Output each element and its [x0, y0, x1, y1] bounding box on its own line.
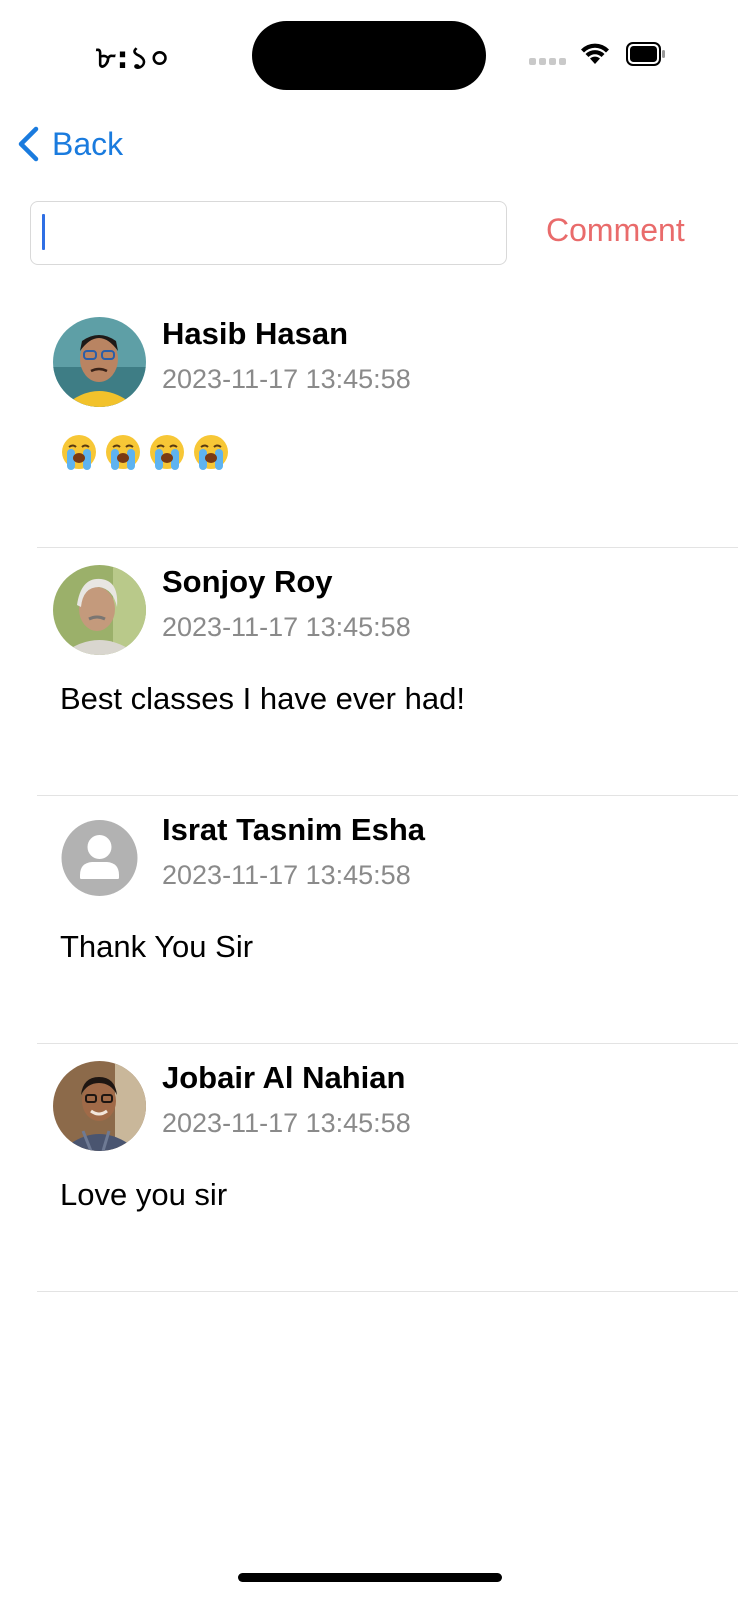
comment-item: Hasib Hasan 2023-11-17 13:45:58 [0, 300, 738, 548]
comment-timestamp: 2023-11-17 13:45:58 [162, 1108, 411, 1138]
divider [37, 1290, 738, 1292]
comment-item: Sonjoy Roy 2023-11-17 13:45:58 Best clas… [0, 548, 738, 796]
comment-text: Best classes I have ever had! [60, 681, 465, 716]
comment-timestamp: 2023-11-17 13:45:58 [162, 612, 411, 642]
loudly-crying-face-icon [194, 435, 228, 470]
comment-text: Thank You Sir [60, 929, 254, 964]
comment-list: Hasib Hasan 2023-11-17 13:45:58 Sonjoy R… [0, 300, 738, 1292]
avatar [53, 1061, 146, 1151]
chevron-left-icon [18, 126, 39, 162]
comment-timestamp: 2023-11-17 13:45:58 [162, 860, 411, 890]
home-indicator[interactable] [238, 1573, 502, 1582]
commenter-name: Sonjoy Roy [162, 564, 333, 599]
avatar [53, 317, 146, 407]
cellular-signal-icon [529, 58, 566, 65]
avatar [53, 565, 146, 655]
screen: ৮:১০ Back Comment Hasib Hasan 2023-11-17… [0, 0, 738, 1600]
comment-item: Jobair Al Nahian 2023-11-17 13:45:58 Lov… [0, 1044, 738, 1292]
comment-item: Israt Tasnim Esha 2023-11-17 13:45:58 Th… [0, 796, 738, 1044]
comment-text: Love you sir [60, 1177, 228, 1212]
dynamic-island [252, 21, 486, 90]
default-avatar-icon [53, 813, 146, 903]
commenter-name: Israt Tasnim Esha [162, 812, 426, 847]
battery-icon [626, 42, 665, 66]
loudly-crying-face-icon [150, 435, 184, 470]
commenter-name: Jobair Al Nahian [162, 1060, 406, 1095]
text-caret [42, 214, 45, 250]
back-button[interactable]: Back [16, 122, 123, 166]
back-label: Back [52, 125, 124, 162]
comment-input[interactable] [30, 201, 507, 265]
status-time: ৮:১০ [96, 41, 171, 76]
commenter-name: Hasib Hasan [162, 316, 349, 351]
wifi-icon [581, 43, 609, 64]
comment-text [60, 433, 230, 471]
comment-button[interactable]: Comment [546, 212, 685, 249]
loudly-crying-face-icon [62, 435, 96, 470]
comment-timestamp: 2023-11-17 13:45:58 [162, 364, 411, 394]
loudly-crying-face-icon [106, 435, 140, 470]
